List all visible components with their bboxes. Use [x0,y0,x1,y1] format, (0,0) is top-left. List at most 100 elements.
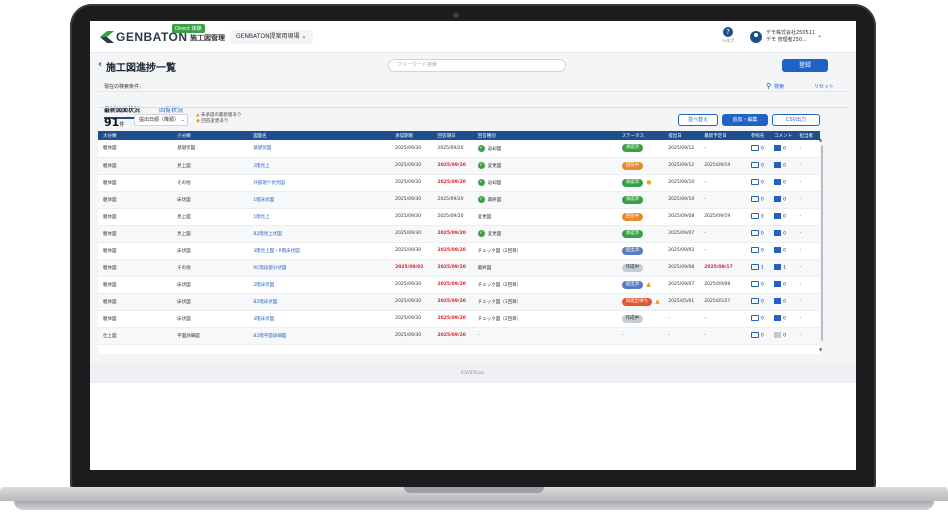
comment-icon[interactable] [774,230,782,237]
cell-comment[interactable]: 0 [769,174,795,192]
comment-icon[interactable] [774,281,782,288]
table-row[interactable]: 躯体図 床伏図 3階見上図・R階床伏図 2025/09/30 2025/09/20 チェッ… [98,242,820,260]
folder-icon[interactable] [750,213,759,220]
cell-drawing-name[interactable]: 基礎伏図 [248,140,391,158]
table-row[interactable]: 躯体図 基礎伏図 基礎伏図 2025/09/30 2025/09/20 ✓ 返却図 承認済 20… [98,140,820,158]
table-row[interactable]: 躯体図 その他 外部廻り伏見図 2025/09/30 2025/09/20 ✓ 返却図 承認済… [98,174,820,192]
table-row[interactable]: 仕上図 平面詳細図 B2階平面詳細図 2025/09/30 2025/09/20 - - - -… [98,327,820,345]
back-arrow-icon[interactable]: ‹ [98,59,102,70]
help-button[interactable]: ? ヘルプ [718,27,738,44]
comment-icon[interactable] [774,298,782,305]
cell-reference[interactable]: 0 [745,327,770,345]
cell-drawing-name[interactable]: 1階見上 [248,208,391,226]
table-row[interactable]: 躯体図 床伏図 B2階床伏図 2025/09/30 2025/09/20 チェック図（1回… [98,293,820,311]
cell-comment[interactable]: 0 [769,140,795,158]
cell-comment[interactable]: 0 [769,225,795,243]
comment-icon[interactable] [774,213,782,220]
folder-icon[interactable] [750,145,759,151]
folder-icon[interactable] [750,230,759,237]
folder-icon[interactable] [750,162,759,169]
cell-reference[interactable]: 1 [745,259,770,277]
folder-icon[interactable] [750,281,759,288]
folder-icon[interactable] [750,247,759,254]
site-selector[interactable]: GENBATON提案用現場 ⌄ [230,30,313,44]
scroll-up-icon[interactable]: ▲ [819,137,822,142]
cell-comment[interactable]: 0 [769,157,795,175]
folder-icon[interactable] [750,332,759,339]
cell-reference[interactable]: 0 [745,293,770,311]
column-header[interactable]: 大分類 [98,131,173,140]
bulk-edit-button[interactable]: 追加・編集 [722,114,768,126]
cell-comment[interactable]: 1 [769,259,795,277]
csv-export-button[interactable]: CSV出力 [772,114,820,126]
comment-icon[interactable] [774,264,782,271]
reorder-button[interactable]: 並べ替え [678,114,718,126]
search-input[interactable]: フリーワード検索 [388,59,566,72]
column-header[interactable]: 図面名 [248,131,391,140]
cell-reference[interactable]: 0 [745,242,770,260]
cell-reference[interactable]: 0 [745,140,770,158]
table-row[interactable]: 躯体図 その他 RC階段部分伏図 2025/09/02 2025/09/20 最終図 作成中… [98,259,820,277]
cell-drawing-name[interactable]: RC階段部分伏図 [248,259,391,277]
column-header[interactable]: ステータス [616,131,664,140]
cell-comment[interactable]: 0 [769,191,795,209]
cell-comment[interactable]: 0 [769,310,795,328]
table-row[interactable]: 躯体図 見上図 2階見上 2025/09/30 2025/09/20 ✓ 変更図 回答中 202… [98,157,820,175]
filter-search-button[interactable]: ⚲ 検索 [766,82,784,90]
cell-comment[interactable]: 0 [769,208,795,226]
cell-drawing-name[interactable]: 3階見上図・R階床伏図 [248,242,391,260]
filter-reset-link[interactable]: リセット [814,83,834,90]
folder-icon[interactable] [750,315,759,322]
table-row[interactable]: 躯体図 床伏図 3階床伏図 2025/09/30 2025/09/20 チェック図（2回目… [98,310,820,328]
table-row[interactable]: 躯体図 見上図 1階見上 2025/09/30 2025/09/20 変更図 回答中 2025… [98,208,820,226]
folder-icon[interactable] [750,264,759,271]
cell-reference[interactable]: 0 [745,208,770,226]
cell-reference[interactable]: 0 [745,310,770,328]
user-avatar-icon[interactable] [750,31,762,43]
comment-icon[interactable] [774,315,782,322]
comment-icon[interactable] [774,145,782,151]
scroll-down-icon[interactable]: ▼ [819,347,822,352]
cell-drawing-name[interactable]: B2階見上伏図 [248,225,391,243]
column-header[interactable]: 提出日 [663,131,700,140]
column-header[interactable]: 承認期限 [390,131,433,140]
sort-select[interactable]: 提出日順（降順） ⌄ [134,114,188,126]
cell-reference[interactable]: 0 [745,174,770,192]
column-header[interactable]: 小分類 [172,131,249,140]
cell-drawing-name[interactable]: 2階床伏図 [248,276,391,294]
user-menu[interactable]: デモ株式会社250511 デモ 管理者250... [766,30,815,44]
folder-icon[interactable] [750,196,759,203]
register-button[interactable]: 登録 [782,59,828,72]
cell-reference[interactable]: 0 [745,157,770,175]
column-header[interactable]: 回答種別 [472,131,617,140]
column-header[interactable]: コメント [769,131,795,140]
cell-drawing-name[interactable]: 1階床伏図 [248,191,391,209]
cell-drawing-name[interactable]: 外部廻り伏見図 [248,174,391,192]
comment-icon[interactable] [774,179,782,186]
table-row[interactable]: 躯体図 床伏図 2階床伏図 2025/09/30 2025/09/20 チェック図（2回目… [98,276,820,294]
table-row[interactable]: 躯体図 見上図 B2階見上伏図 2025/09/30 2025/09/20 ✓ 変更図 承認済… [98,225,820,243]
comment-icon[interactable] [774,332,782,339]
cell-comment[interactable]: 0 [769,293,795,311]
cell-reference[interactable]: 0 [745,225,770,243]
column-header[interactable]: 参照先 [745,131,770,140]
cell-drawing-name[interactable]: B2階床伏図 [248,293,391,311]
folder-icon[interactable] [750,179,759,186]
column-header[interactable]: 最新予定日 [699,131,746,140]
cell-drawing-name[interactable]: 3階床伏図 [248,310,391,328]
comment-icon[interactable] [774,196,782,203]
scrollbar-thumb[interactable] [821,145,823,341]
column-header[interactable]: 担当者 [794,131,820,140]
folder-icon[interactable] [750,298,759,305]
cell-reference[interactable]: 0 [745,191,770,209]
chevron-down-icon[interactable]: ⌄ [817,32,822,39]
cell-comment[interactable]: 0 [769,327,795,345]
comment-icon[interactable] [774,162,782,169]
comment-icon[interactable] [774,247,782,254]
cell-comment[interactable]: 0 [769,242,795,260]
cell-reference[interactable]: 0 [745,276,770,294]
cell-drawing-name[interactable]: B2階平面詳細図 [248,327,391,345]
column-header[interactable]: 回答期日 [432,131,473,140]
cell-comment[interactable]: 0 [769,276,795,294]
cell-drawing-name[interactable]: 2階見上 [248,157,391,175]
